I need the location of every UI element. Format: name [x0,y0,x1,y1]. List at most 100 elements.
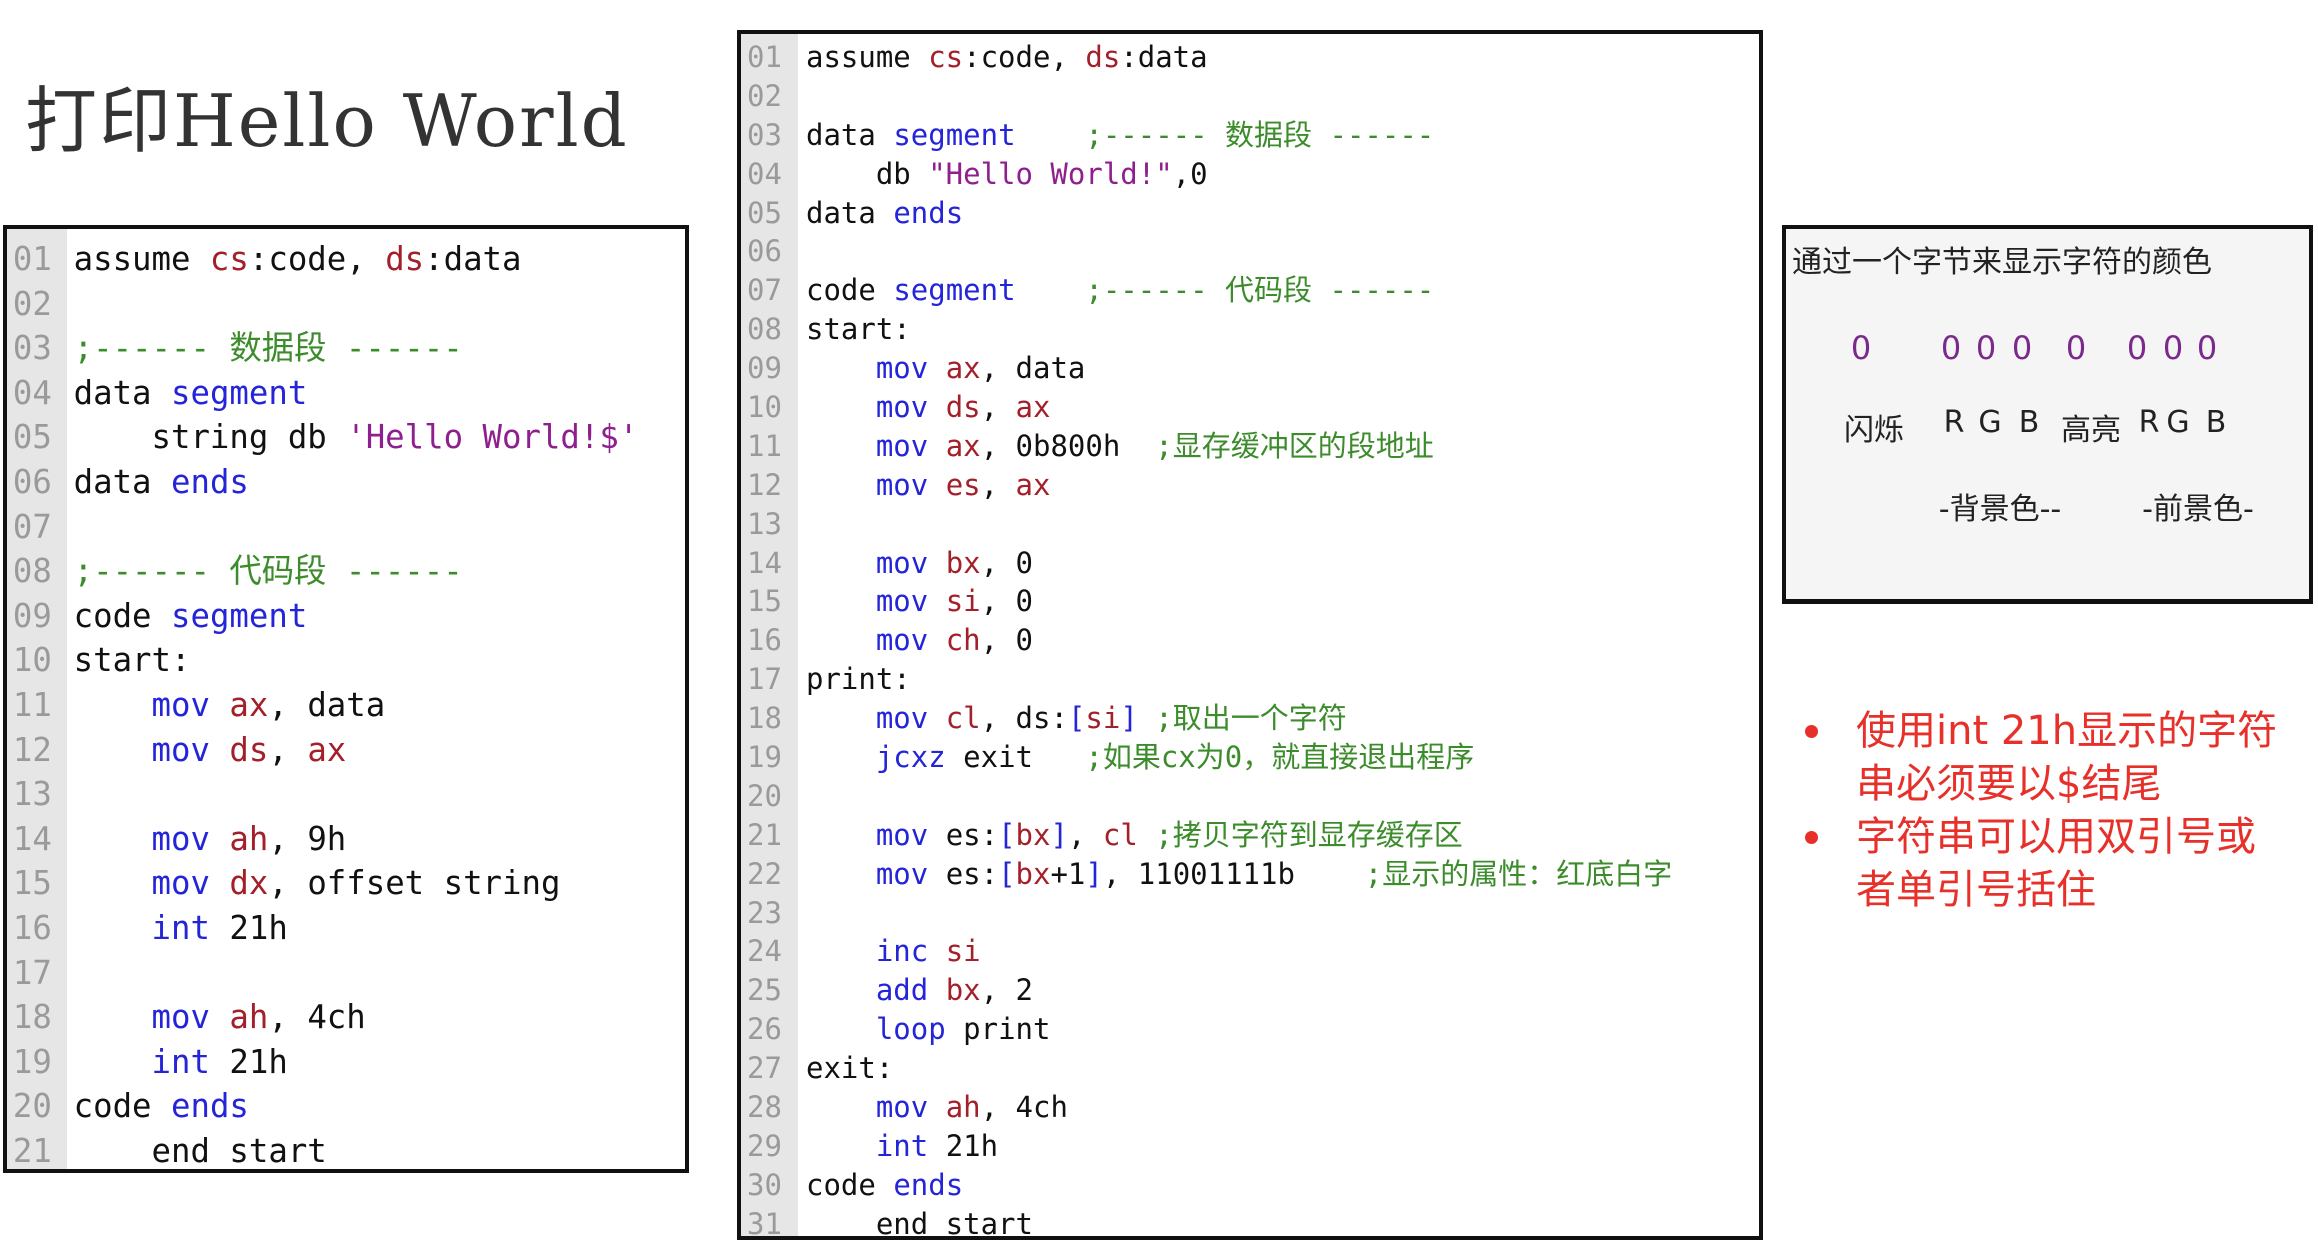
code-text: string db 'Hello World!$' [66,415,639,460]
code-token: , [1067,817,1103,852]
code-token: "Hello World!" [928,156,1173,191]
code-token: mov [875,390,929,425]
line-number: 06 [12,461,52,501]
page-title: 打印Hello World [25,79,629,163]
line-number: 30 [747,1167,782,1202]
code-token: , [980,390,1016,425]
code-token: loop [875,1012,946,1047]
code-token: mov [875,701,929,736]
code-token: , ds: [980,701,1068,736]
line-number: 15 [12,863,52,903]
line-number: 12 [12,729,52,769]
line-number: 29 [747,1128,782,1163]
line-number: 05 [12,417,52,457]
line-number: 21 [12,1130,52,1170]
bit-label-row: 闪烁 R G B 高亮 R G B [1786,405,2309,448]
code-line: 18 mov cl, ds:[si] ;取出一个字符 [741,699,1759,738]
code-line: 10 mov ds, ax [741,388,1759,427]
bit-value: 0 [2196,329,2218,367]
code-text: int 21h [66,1040,288,1085]
code-line: 04 db "Hello World!",0 [741,155,1759,194]
bit-value: 0 [2011,329,2033,367]
code-line: 17 [7,951,671,996]
bullet-icon [1805,725,1818,738]
line-number: 10 [747,390,782,425]
code-token: ;------ 代码段 ------ [73,551,463,591]
bit-label: R [1943,405,1965,440]
code-token: ah [229,818,269,858]
code-line: 22 mov es:[bx+1], 11001111b ;显示的属性：红底白字 [741,855,1759,894]
code-token: code [73,595,171,635]
code-token: ;显存缓冲区的段地址 [1155,428,1434,463]
code-token: mov [875,545,929,580]
code-text: mov ch, 0 [798,621,1033,660]
code-token: :code, [963,40,1086,74]
code-token: , 11001111b [1102,856,1365,891]
code-text: mov dx, offset string [66,861,561,906]
code-token: , 4ch [980,1090,1068,1125]
code-token: add [875,973,929,1008]
code-token: si [1085,701,1121,736]
code-token: :data [1120,40,1208,74]
code-line: 26 loop print [741,1010,1759,1049]
code-line: 10 start: [7,638,671,683]
code-line: 08 start: [741,310,1759,349]
code-text: print: [798,660,911,699]
code-token: mov [875,428,929,463]
bit-row: 0 0 0 0 0 0 0 0 [1786,329,2309,369]
line-number: 21 [747,817,782,852]
code-token: data [73,372,171,412]
code-text: ;------ 数据段 ------ [66,326,463,371]
code-token: exit: [806,1051,894,1086]
code-token: ds [229,729,269,769]
code-token: es: [928,856,999,891]
code-text: mov ah, 4ch [798,1088,1068,1127]
line-number: 17 [12,952,52,992]
code-token: print [945,1012,1051,1047]
bit-value: 0 [1975,329,1997,367]
code-token: ;取出一个字符 [1155,701,1347,736]
line-number: 06 [747,234,782,269]
note-text: 字符串可以用双引号或者单引号括住 [1856,814,2256,913]
code-token: es: [928,817,999,852]
code-token: segment [893,117,1016,152]
bit-value: 0 [2065,329,2087,367]
code-token: , 0 [980,623,1034,658]
code-token: start: [806,312,911,347]
code-token: , offset string [268,863,561,903]
code-token: string db [73,417,347,457]
code-token: ax [229,684,269,724]
code-token: print: [806,662,911,697]
line-number: 04 [747,156,782,191]
code-token: , [268,729,308,769]
line-number: 07 [12,506,52,546]
code-token: mov [875,623,929,658]
code-line: 03 data segment ;------ 数据段 ------ [741,116,1759,155]
code-line: 24 inc si [741,932,1759,971]
line-number: 01 [747,40,782,74]
code-token: , 9h [268,818,347,858]
code-text: db "Hello World!",0 [798,155,1208,194]
code-token: mov [151,729,210,769]
code-text: mov ax, 0b800h ;显存缓冲区的段地址 [798,427,1434,466]
code-token: cl [1102,817,1138,852]
color-attribute-box: 通过一个字节来显示字符的颜色 0 0 0 0 0 0 0 0 闪烁 R G B … [1782,225,2313,604]
code-text: data ends [66,460,249,505]
code-token: ;------ 数据段 ------ [1015,117,1435,152]
code-text: code segment [66,594,308,639]
code-token: bx [945,545,981,580]
line-number: 04 [12,372,52,412]
code-token: ;如果cx为0，就直接退出程序 [1085,740,1475,775]
code-text: mov ds, ax [798,388,1051,427]
code-line: 25 add bx, 2 [741,971,1759,1010]
code-text: assume cs:code, ds:data [798,38,1208,77]
